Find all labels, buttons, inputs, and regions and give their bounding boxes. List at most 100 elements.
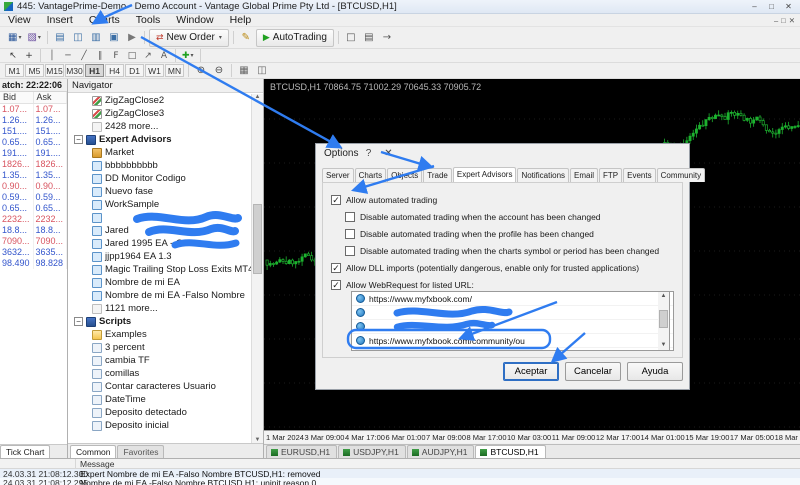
option-disable-automated-trading-when-the-accou[interactable]: Disable automated trading when the accou… [345, 210, 682, 223]
checkbox[interactable]: ✓ [331, 263, 341, 273]
new-chart-icon[interactable]: ▦▾ [5, 30, 24, 46]
cursor-icon[interactable]: ↖ [5, 50, 21, 62]
close-button[interactable]: ✕ [781, 2, 796, 11]
metaeditor-icon[interactable]: ✎ [237, 30, 255, 46]
option-allow-webrequest-for-listed-url[interactable]: ✓Allow WebRequest for listed URL: [331, 278, 682, 291]
navigator-item-zigzagclose3[interactable]: ZigZagClose3 [68, 107, 251, 120]
data-window-icon[interactable]: ◫ [69, 30, 87, 46]
navigator-item-deposito-detectado[interactable]: Deposito detectado [68, 406, 251, 419]
timeframe-w1[interactable]: W1 [145, 64, 164, 77]
navigator-item-item[interactable] [68, 211, 251, 224]
new-order-button[interactable]: ⇄New Order▾ [149, 29, 229, 47]
vertical-line-icon[interactable]: │ [44, 50, 60, 62]
menu-insert[interactable]: Insert [39, 14, 81, 26]
log-row[interactable]: 24.03.31 21:08:12.295Nombre de mi EA -Fa… [0, 478, 800, 485]
checkbox[interactable]: ✓ [331, 280, 341, 290]
chart-shift-icon[interactable]: → [378, 30, 396, 46]
timeframe-m5[interactable]: M5 [25, 64, 44, 77]
shapes-icon[interactable]: □ [124, 50, 140, 62]
scroll-up-icon[interactable]: ▲ [255, 94, 261, 100]
market-watch-row[interactable]: 18.8...18.8... [0, 225, 67, 236]
url-list-scrollbar[interactable]: ▲ ▼ [658, 291, 670, 351]
timeframe-d1[interactable]: D1 [125, 64, 144, 77]
market-watch-row[interactable]: 1.35...1.35... [0, 170, 67, 181]
tile-windows-icon[interactable]: ▦ [235, 63, 253, 79]
options-tab-email[interactable]: Email [570, 168, 598, 182]
channel-icon[interactable]: ∥ [92, 50, 108, 62]
trendline-icon[interactable]: ╱ [76, 50, 92, 62]
tree-expander[interactable]: − [74, 317, 83, 326]
chart-tab-eurusd-h1[interactable]: EURUSD,H1 [266, 445, 337, 458]
maximize-button[interactable]: □ [764, 2, 779, 11]
strategy-tester-icon[interactable]: ▶ [123, 30, 141, 46]
navigator-item-bbbbbbbbbb[interactable]: bbbbbbbbbb [68, 159, 251, 172]
navigator-item-zigzagclose2[interactable]: ZigZagClose2 [68, 94, 251, 107]
timeframe-m15[interactable]: M15 [45, 64, 64, 77]
dialog-help-button[interactable]: ? [358, 145, 378, 161]
navigator-item-worksample[interactable]: WorkSample [68, 198, 251, 211]
print-icon[interactable]: ▤ [360, 30, 378, 46]
cancelar-button[interactable]: Cancelar [565, 362, 621, 381]
option-disable-automated-trading-when-the-profi[interactable]: Disable automated trading when the profi… [345, 227, 682, 240]
url-row-2[interactable] [352, 306, 673, 320]
options-tab-charts[interactable]: Charts [355, 168, 387, 182]
navigator-scrollbar[interactable]: ▲ ▼ [251, 94, 263, 443]
navigator-item-magic-trailing-stop-loss-exits-mt4-ea[interactable]: Magic Trailing Stop Loss Exits MT4 EA [68, 263, 251, 276]
market-watch-row[interactable]: 0.59...0.59... [0, 192, 67, 203]
child-minimize-button[interactable]: – [774, 16, 778, 25]
options-tab-trade[interactable]: Trade [423, 168, 452, 182]
navigator-item-examples[interactable]: Examples [68, 328, 251, 341]
navigator-item-market[interactable]: Market [68, 146, 251, 159]
child-close-button[interactable]: ✕ [789, 16, 795, 25]
scrollbar-thumb[interactable] [253, 204, 262, 274]
menu-tools[interactable]: Tools [128, 14, 169, 26]
navigator-item-cambia-tf[interactable]: cambia TF [68, 354, 251, 367]
profiles-icon[interactable]: ▧▾ [24, 30, 43, 46]
market-watch-row[interactable]: 98.49098.828 [0, 258, 67, 269]
minimize-button[interactable]: – [747, 2, 762, 11]
navigator-item-1121-more[interactable]: 1121 more... [68, 302, 251, 315]
market-watch-row[interactable]: 7090...7090... [0, 236, 67, 247]
navigator-item-nombre-de-mi-ea[interactable]: Nombre de mi EA [68, 276, 251, 289]
webrequest-url-list[interactable]: https://www.myfxbook.com/https://www.myf… [351, 291, 674, 351]
option-allow-dll-imports-potentially-dangerous-[interactable]: ✓Allow DLL imports (potentially dangerou… [331, 261, 682, 274]
market-watch-row[interactable]: 3632...3635... [0, 247, 67, 258]
market-watch-row[interactable]: 1.26...1.26... [0, 115, 67, 126]
navigator-item-dd-monitor-codigo[interactable]: DD Monitor Codigo [68, 172, 251, 185]
zoom-out-icon[interactable]: ⊖ [210, 63, 228, 79]
child-restore-button[interactable]: □ [781, 16, 786, 25]
market-watch-row[interactable]: 151....151.... [0, 126, 67, 137]
url-row-4[interactable]: https://www.myfxbook.com/community/ou [352, 334, 673, 348]
zoom-in-icon[interactable]: ⊕ [192, 63, 210, 79]
market-watch-row[interactable]: 0.90...0.90... [0, 181, 67, 192]
menu-window[interactable]: Window [168, 14, 221, 26]
navigator-item-datetime[interactable]: DateTime [68, 393, 251, 406]
tab-favorites[interactable]: Favorites [117, 445, 164, 458]
options-tab-events[interactable]: Events [623, 168, 655, 182]
navigator-item-nuevo-fase[interactable]: Nuevo fase [68, 185, 251, 198]
url-row-3[interactable] [352, 320, 673, 334]
navigator-item-scripts[interactable]: −Scripts [68, 315, 251, 328]
market-watch-row[interactable]: 0.65...0.65... [0, 203, 67, 214]
dialog-close-button[interactable]: ✕ [378, 145, 398, 161]
navigator-item-deposito-inicial[interactable]: Deposito inicial [68, 419, 251, 432]
navigator-item-jjpp1964-ea-1-3[interactable]: jjpp1964 EA 1.3 [68, 250, 251, 263]
options-tab-notifications[interactable]: Notifications [517, 168, 569, 182]
indicators-icon[interactable]: ✚▾ [179, 50, 197, 62]
menu-charts[interactable]: Charts [81, 14, 128, 26]
chart-tab-btcusd-h1[interactable]: BTCUSD,H1 [475, 445, 545, 458]
navigator-item-nombre-de-mi-ea-falso-nombre[interactable]: Nombre de mi EA -Falso Nombre [68, 289, 251, 302]
url-row-1[interactable]: https://www.myfxbook.com/ [352, 292, 673, 306]
timeframe-mn[interactable]: MN [165, 64, 184, 77]
horizontal-line-icon[interactable]: ─ [60, 50, 76, 62]
navigator-item-comillas[interactable]: comillas [68, 367, 251, 380]
navigator-item-jared[interactable]: Jared [68, 224, 251, 237]
aceptar-button[interactable]: Aceptar [503, 362, 559, 381]
timeframe-m30[interactable]: M30 [65, 64, 84, 77]
navigator-item-2428-more[interactable]: 2428 more... [68, 120, 251, 133]
tree-expander[interactable]: − [74, 135, 83, 144]
tab-tick-chart[interactable]: Tick Chart [0, 445, 50, 458]
market-watch-row[interactable]: 1826...1826... [0, 159, 67, 170]
chart-tab-audjpy-h1[interactable]: AUDJPY,H1 [407, 445, 475, 458]
options-tab-community[interactable]: Community [657, 168, 705, 182]
